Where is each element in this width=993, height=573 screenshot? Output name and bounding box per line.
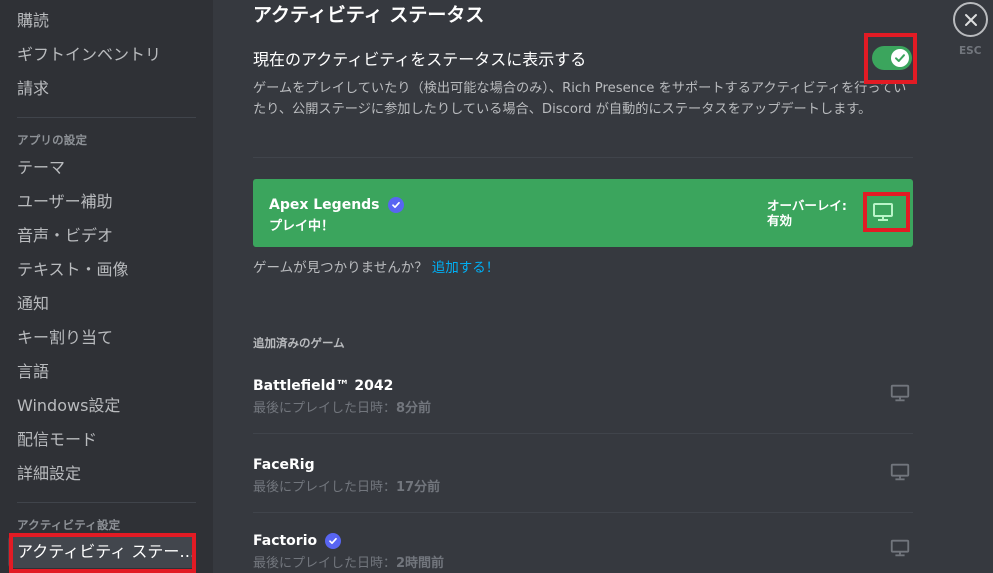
- game-name: FaceRig: [253, 457, 315, 473]
- monitor-icon: [890, 384, 910, 402]
- game-last-played: 最後にプレイした日時：2時間前: [253, 556, 445, 571]
- game-not-found-row: ゲームが見つかりませんか？ 追加する！: [253, 256, 499, 276]
- verified-icon: [325, 533, 342, 549]
- sidebar-item-text-images[interactable]: テキスト・画像: [8, 254, 196, 286]
- game-name-row: FaceRig: [253, 457, 315, 473]
- description-text: ゲームをプレイしていたり（検出可能な場合のみ）、Rich Presence をサ…: [253, 81, 907, 117]
- overlay-label: オーバーレイ:: [767, 198, 847, 213]
- overlay-toggle-button[interactable]: [889, 461, 911, 487]
- current-game-name: Apex Legends: [269, 197, 380, 213]
- game-name-row: Factorio: [253, 533, 342, 549]
- sidebar-item-gift-inventory[interactable]: ギフトインベントリ: [8, 39, 196, 71]
- sidebar-item-keybinds[interactable]: キー割り当て: [8, 322, 196, 354]
- sidebar-item-voice-video[interactable]: 音声・ビデオ: [8, 220, 196, 252]
- activity-status-toggle[interactable]: [872, 46, 912, 70]
- game-last-played: 最後にプレイした日時：8分前: [253, 401, 432, 416]
- game-name: Factorio: [253, 533, 318, 549]
- overlay-toggle-button[interactable]: [871, 200, 895, 228]
- sidebar-separator: [17, 117, 196, 118]
- game-name-row: Battlefield™ 2042: [253, 378, 393, 394]
- add-game-link[interactable]: 追加する！: [432, 260, 500, 276]
- game-row: Battlefield™ 2042 最後にプレイした日時：8分前: [253, 378, 913, 448]
- sidebar-item-accessibility[interactable]: ユーザー補助: [8, 186, 196, 218]
- overlay-toggle-button[interactable]: [889, 382, 911, 408]
- sidebar-separator: [17, 502, 196, 503]
- sidebar-item-streamer-mode[interactable]: 配信モード: [8, 424, 196, 456]
- sidebar-item-advanced[interactable]: 詳細設定: [8, 458, 196, 490]
- sidebar-header-app-settings: アプリの設定: [17, 133, 88, 147]
- close-icon: [964, 13, 977, 26]
- current-game-name-row: Apex Legends: [269, 197, 404, 213]
- monitor-icon: [873, 203, 893, 221]
- sidebar-item-notifications[interactable]: 通知: [8, 288, 196, 320]
- sidebar-item-language[interactable]: 言語: [8, 356, 196, 388]
- row-divider: [253, 433, 913, 434]
- page-title: アクティビティ ステータス: [253, 4, 485, 26]
- verified-icon: [387, 197, 404, 213]
- esc-label: ESC: [959, 45, 982, 57]
- sidebar-item-windows-settings[interactable]: Windows設定: [8, 390, 196, 422]
- sidebar-header-activity-settings: アクティビティ設定: [17, 518, 121, 532]
- toggle-label: 現在のアクティビティをステータスに表示する: [253, 50, 587, 69]
- close-settings-button[interactable]: [953, 2, 988, 37]
- overlay-toggle-button[interactable]: [889, 537, 911, 563]
- game-not-found-text: ゲームが見つかりませんか？: [253, 260, 428, 276]
- sidebar-item-billing[interactable]: 請求: [8, 73, 196, 105]
- monitor-icon: [890, 463, 910, 481]
- check-icon: [895, 54, 905, 62]
- overlay-value: 有効: [767, 213, 793, 228]
- current-game-card: Apex Legends プレイ中！ オーバーレイ: 有効: [253, 179, 913, 247]
- sidebar-item-subscriptions[interactable]: 購読: [8, 5, 196, 37]
- toggle-knob: [891, 49, 909, 67]
- added-games-header: 追加済みのゲーム: [253, 336, 345, 350]
- game-row: FaceRig 最後にプレイした日時：17分前: [253, 457, 913, 527]
- sidebar-item-theme[interactable]: テーマ: [8, 152, 196, 184]
- game-name: Battlefield™ 2042: [253, 378, 394, 394]
- overlay-status: オーバーレイ: 有効: [767, 198, 847, 228]
- game-row: Factorio 最後にプレイした日時：2時間前: [253, 533, 913, 573]
- row-divider: [253, 512, 913, 513]
- section-divider: [253, 157, 913, 158]
- game-last-played: 最後にプレイした日時：17分前: [253, 480, 441, 495]
- current-game-status: プレイ中！: [269, 219, 335, 234]
- sidebar-item-activity-status[interactable]: アクティビティ ステータス: [8, 536, 196, 568]
- settings-sidebar: 購読 ギフトインベントリ 請求 アプリの設定 テーマ ユーザー補助 音声・ビデオ…: [0, 0, 213, 573]
- monitor-icon: [890, 539, 910, 557]
